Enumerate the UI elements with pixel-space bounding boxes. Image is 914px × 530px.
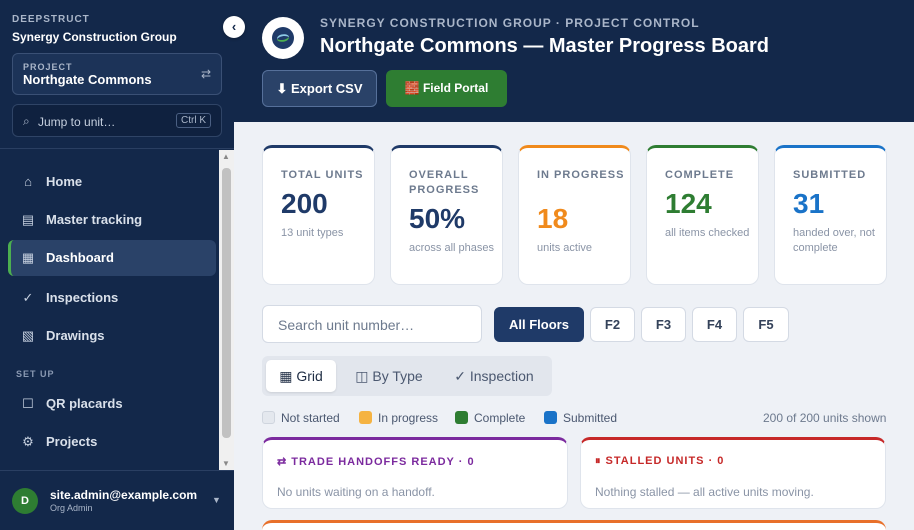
stat-sub: 13 unit types: [281, 227, 344, 239]
search-icon: ⌕: [23, 114, 30, 128]
sidebar: DEEPSTRUCT Synergy Construction Group PR…: [0, 0, 234, 530]
project-label: PROJECT: [23, 62, 73, 72]
org-name: Synergy Construction Group: [12, 30, 177, 44]
sidebar-item-label: QR placards: [46, 396, 123, 411]
stat-label: TOTAL UNITS: [281, 169, 364, 181]
floor-filter-f5[interactable]: F5: [743, 307, 789, 342]
tab-inspection[interactable]: ✓ Inspection: [444, 360, 544, 392]
legend-label: Complete: [474, 411, 526, 425]
units-shown-count: 200 of 200 units shown: [763, 411, 887, 425]
scroll-up-arrow-icon[interactable]: ▲: [222, 152, 230, 161]
user-email: site.admin@example.com: [50, 488, 198, 502]
stat-value: 50%: [409, 203, 466, 234]
qr-icon: ☐: [22, 396, 34, 411]
section-label-setup: SET UP: [16, 369, 55, 379]
legend-swatch: [544, 411, 557, 424]
sidebar-item-projects[interactable]: ⚙ Projects: [8, 424, 216, 460]
user-role: Org Admin: [50, 503, 93, 513]
company-logo-icon: [262, 17, 304, 59]
panel-text: No units waiting on a handoff.: [277, 485, 435, 499]
stat-value: 31: [793, 188, 825, 219]
drawing-icon: ▧: [21, 328, 35, 343]
legend-label: Submitted: [563, 411, 618, 425]
stat-sub: units active: [537, 242, 593, 254]
stat-sub: across all phases: [409, 242, 494, 254]
table-icon: ▤: [21, 212, 35, 227]
header: SYNERGY CONSTRUCTION GROUP · PROJECT CON…: [234, 0, 914, 122]
stat-value: 124: [665, 188, 712, 219]
stat-card-total-units: TOTAL UNITS 200 13 unit types: [262, 145, 375, 285]
sidebar-item-inspections[interactable]: ✓ Inspections: [8, 280, 216, 316]
sidebar-item-label: Master tracking: [46, 212, 143, 227]
panel-title: ⏸ STALLED UNITS · 0: [595, 455, 725, 467]
sidebar-item-dashboard[interactable]: ▦ Dashboard: [8, 240, 216, 276]
gear-icon: ⚙: [22, 434, 34, 449]
sidebar-item-label: Inspections: [46, 290, 119, 305]
sidebar-item-qr-placards[interactable]: ☐ QR placards: [8, 386, 216, 422]
collapse-sidebar-button[interactable]: ‹: [223, 16, 245, 38]
stat-sub: handed over, not complete: [793, 227, 875, 254]
stat-label: OVERALL PROGRESS: [409, 169, 480, 196]
home-icon: ⌂: [24, 174, 32, 189]
stalled-units-panel: ⏸ STALLED UNITS · 0 Nothing stalled — al…: [580, 437, 886, 509]
search-unit-input[interactable]: Search unit number…: [262, 305, 482, 343]
divider: [0, 148, 234, 149]
sidebar-scrollbar[interactable]: ▲ ▼: [219, 150, 234, 470]
jump-to-unit-input[interactable]: ⌕ Jump to unit… Ctrl K: [12, 104, 222, 137]
shortcut-hint: Ctrl K: [176, 113, 211, 128]
legend-swatch: [455, 411, 468, 424]
legend-swatch: [262, 411, 275, 424]
header-subtitle: SYNERGY CONSTRUCTION GROUP · PROJECT CON…: [320, 16, 700, 30]
sidebar-item-label: Projects: [46, 434, 98, 449]
legend-swatch: [359, 411, 372, 424]
stat-label: IN PROGRESS: [537, 169, 625, 181]
user-menu[interactable]: D site.admin@example.com Org Admin ▼: [0, 470, 234, 530]
sidebar-item-home[interactable]: ⌂ Home: [8, 164, 216, 200]
stat-card-overall-progress: OVERALL PROGRESS 50% across all phases: [390, 145, 503, 285]
scroll-down-arrow-icon[interactable]: ▼: [222, 459, 230, 468]
chevron-down-icon: ▼: [212, 495, 221, 505]
stat-card-complete: COMPLETE 124 all items checked: [646, 145, 759, 285]
floor-filter-all[interactable]: All Floors: [494, 307, 584, 342]
stat-value: 18: [537, 203, 569, 234]
trade-handoffs-panel: ⇄ TRADE HANDOFFS READY · 0 No units wait…: [262, 437, 568, 509]
floor-filter-f2[interactable]: F2: [590, 307, 635, 342]
stat-label: SUBMITTED: [793, 169, 867, 181]
jump-placeholder: Jump to unit…: [38, 115, 116, 129]
tab-by-type[interactable]: ◫ By Type: [344, 360, 434, 392]
check-icon: ✓: [22, 290, 34, 305]
export-csv-button[interactable]: ⬇ Export CSV: [262, 70, 377, 107]
field-portal-button[interactable]: 🧱 Field Portal: [386, 70, 507, 107]
panel-title: ⇄ TRADE HANDOFFS READY · 0: [277, 456, 475, 468]
next-panel-edge: [262, 520, 886, 530]
stat-sub: all items checked: [665, 227, 750, 239]
dashboard-icon: ▦: [21, 250, 35, 265]
sidebar-item-drawings[interactable]: ▧ Drawings: [8, 318, 216, 354]
sidebar-item-label: Drawings: [46, 328, 105, 343]
legend-label: In progress: [378, 411, 439, 425]
scroll-thumb[interactable]: [222, 168, 231, 438]
project-name: Northgate Commons: [23, 72, 152, 87]
floor-filter-f4[interactable]: F4: [692, 307, 737, 342]
avatar: D: [12, 488, 38, 514]
stat-card-submitted: SUBMITTED 31 handed over, not complete: [774, 145, 887, 285]
swap-icon: ⇄: [200, 67, 211, 81]
stat-value: 200: [281, 188, 328, 219]
project-switcher[interactable]: PROJECT Northgate Commons ⇄: [12, 53, 222, 95]
tab-grid[interactable]: ▦ Grid: [266, 360, 336, 392]
floor-filter-f3[interactable]: F3: [641, 307, 686, 342]
view-tabs: ▦ Grid ◫ By Type ✓ Inspection: [262, 356, 552, 396]
sidebar-item-label: Home: [46, 174, 83, 189]
stat-label: COMPLETE: [665, 169, 735, 181]
stat-card-in-progress: IN PROGRESS 18 units active: [518, 145, 631, 285]
panel-text: Nothing stalled — all active units movin…: [595, 485, 814, 499]
sidebar-item-master-tracking[interactable]: ▤ Master tracking: [8, 202, 216, 238]
brand-name: DEEPSTRUCT: [12, 14, 90, 25]
search-placeholder: Search unit number…: [278, 317, 415, 333]
page-title: Northgate Commons — Master Progress Boar…: [320, 35, 769, 57]
legend-label: Not started: [281, 411, 340, 425]
sidebar-item-label: Dashboard: [46, 250, 114, 265]
